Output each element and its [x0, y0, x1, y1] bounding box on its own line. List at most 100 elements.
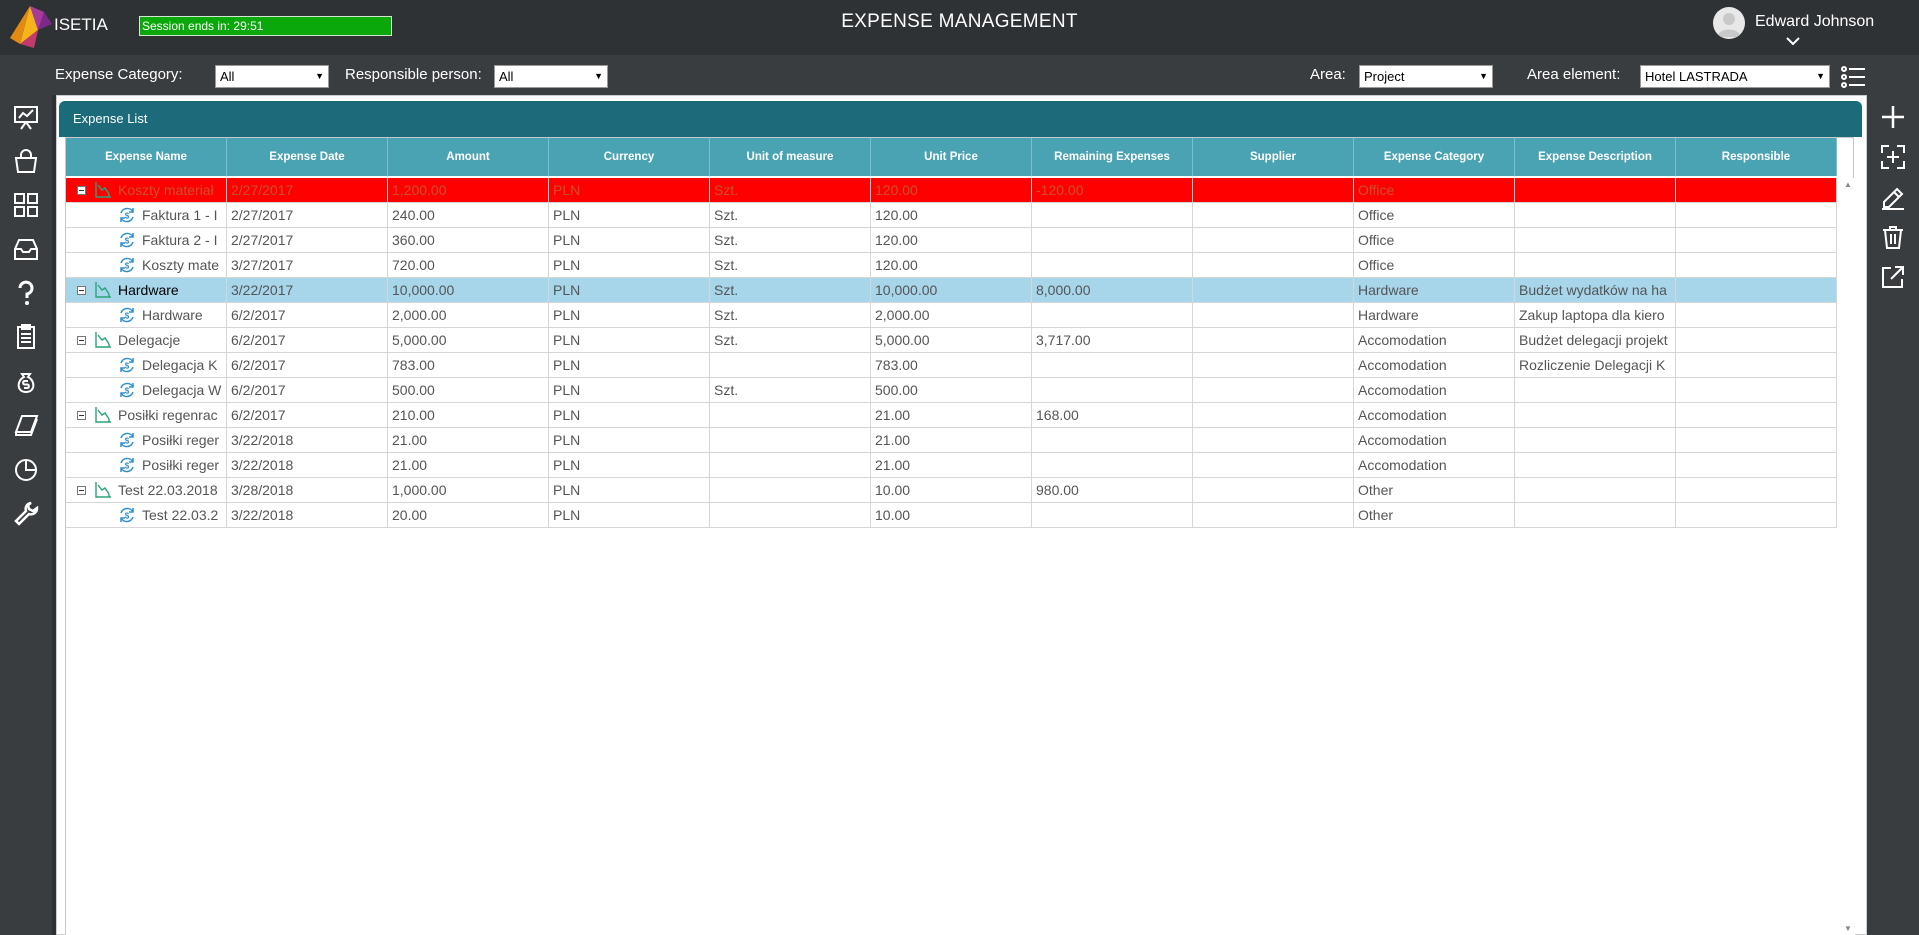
expense-cycle-icon: $ [118, 256, 136, 274]
table-cell: 2,000.00 [871, 303, 1032, 327]
collapse-toggle-icon[interactable] [77, 286, 86, 295]
table-cell: 120.00 [871, 203, 1032, 227]
collapse-toggle-icon[interactable] [77, 336, 86, 345]
pie-chart-icon[interactable] [12, 455, 40, 483]
table-cell: 21.00 [871, 428, 1032, 452]
expense-name-cell: $ Faktura 1 - I [66, 203, 227, 227]
table-row-group[interactable]: Test 22.03.2018 3/28/2018 1,000.00 PLN 10.00… [66, 478, 1837, 503]
column-header[interactable]: Currency [549, 138, 710, 176]
table-row[interactable]: $ Posiłki reger 3/22/2018 21.00 PLN 21.00 Acco… [66, 453, 1837, 478]
right-toolbar [1867, 95, 1919, 935]
column-header[interactable]: Expense Date [227, 138, 388, 176]
expense-name: Faktura 2 - I [142, 232, 218, 248]
money-bag-icon[interactable] [12, 367, 40, 395]
help-question-icon[interactable] [12, 279, 40, 307]
column-header[interactable]: Expense Name [66, 138, 227, 176]
delete-trash-icon[interactable] [1879, 223, 1907, 251]
table-cell: 1,000.00 [388, 478, 549, 502]
table-cell [1676, 428, 1837, 452]
list-view-icon[interactable] [1840, 65, 1866, 89]
add-plus-icon[interactable] [1879, 103, 1907, 131]
ledger-book-icon[interactable] [12, 411, 40, 439]
vertical-scrollbar[interactable]: ▲ ▼ [1842, 178, 1855, 935]
table-cell: 5,000.00 [388, 328, 549, 352]
wrench-icon[interactable] [12, 499, 40, 527]
shopping-bag-icon[interactable] [12, 147, 40, 175]
table-row-group[interactable]: Koszty materiał 2/27/2017 1,200.00 PLN Szt. 1… [66, 178, 1837, 203]
table-cell [1676, 453, 1837, 477]
table-row[interactable]: $ Test 22.03.2 3/22/2018 20.00 PLN 10.00 Other [66, 503, 1837, 528]
user-name[interactable]: Edward Johnson [1755, 13, 1874, 31]
table-row-group[interactable]: Hardware 3/22/2017 10,000.00 PLN Szt. 10,000.… [66, 278, 1837, 303]
export-icon[interactable] [1879, 263, 1907, 291]
add-child-icon[interactable] [1879, 143, 1907, 171]
expense-name-cell: $ Posiłki reger [66, 453, 227, 477]
table-cell: 6/2/2017 [227, 328, 388, 352]
table-cell: 168.00 [1032, 403, 1193, 427]
table-cell: 6/2/2017 [227, 378, 388, 402]
chevron-down-icon[interactable] [1785, 35, 1801, 47]
table-cell [1032, 503, 1193, 527]
area-select[interactable]: Project ▼ [1359, 65, 1493, 88]
column-header[interactable]: Unit of measure [710, 138, 871, 176]
table-cell [1676, 403, 1837, 427]
table-cell: 240.00 [388, 203, 549, 227]
table-cell: Szt. [710, 203, 871, 227]
expense-name: Faktura 1 - I [142, 207, 218, 223]
table-cell: 3/22/2018 [227, 453, 388, 477]
table-row[interactable]: $ Posiłki reger 3/22/2018 21.00 PLN 21.00 Acco… [66, 428, 1837, 453]
table-row[interactable]: $ Faktura 2 - I 2/27/2017 360.00 PLN Szt. 120.… [66, 228, 1837, 253]
table-cell: Szt. [710, 328, 871, 352]
area-element-label: Area element: [1527, 66, 1621, 83]
table-cell [1676, 303, 1837, 327]
area-element-select[interactable]: Hotel LASTRADA ▼ [1640, 65, 1830, 88]
table-cell: PLN [549, 328, 710, 352]
table-cell [1676, 378, 1837, 402]
table-row[interactable]: $ Delegacja W 6/2/2017 500.00 PLN Szt. 500.00 A… [66, 378, 1837, 403]
expense-name-cell: Koszty materiał [66, 178, 227, 202]
table-cell [1515, 228, 1676, 252]
expense-name-cell: $ Posiłki reger [66, 428, 227, 452]
column-header[interactable]: Supplier [1193, 138, 1354, 176]
expense-category-select[interactable]: All ▼ [215, 65, 329, 88]
dashboard-grid-icon[interactable] [12, 191, 40, 219]
table-cell: 500.00 [871, 378, 1032, 402]
table-cell: 1,200.00 [388, 178, 549, 202]
table-row[interactable]: $ Faktura 1 - I 2/27/2017 240.00 PLN Szt. 120.… [66, 203, 1837, 228]
table-cell [1676, 353, 1837, 377]
collapse-toggle-icon[interactable] [77, 486, 86, 495]
scroll-down-icon[interactable]: ▼ [1844, 924, 1852, 933]
table-cell [1515, 503, 1676, 527]
column-header[interactable]: Amount [388, 138, 549, 176]
column-header[interactable]: Expense Category [1354, 138, 1515, 176]
scroll-up-icon[interactable]: ▲ [1844, 180, 1852, 189]
table-cell [1676, 178, 1837, 202]
table-cell: 3/22/2018 [227, 503, 388, 527]
column-header[interactable]: Remaining Expenses [1032, 138, 1193, 176]
table-cell [1515, 428, 1676, 452]
presentation-icon[interactable] [12, 103, 40, 131]
table-row-group[interactable]: Posiłki regenrac 6/2/2017 210.00 PLN 21.00 16… [66, 403, 1837, 428]
expense-cycle-icon: $ [118, 206, 136, 224]
table-cell: -120.00 [1032, 178, 1193, 202]
table-row[interactable]: $ Delegacja K 6/2/2017 783.00 PLN 783.00 Accom… [66, 353, 1837, 378]
table-cell: PLN [549, 228, 710, 252]
table-row[interactable]: $ Koszty mate 3/27/2017 720.00 PLN Szt. 120.00… [66, 253, 1837, 278]
collapse-toggle-icon[interactable] [77, 186, 86, 195]
expense-name-cell: Posiłki regenrac [66, 403, 227, 427]
column-header[interactable]: Expense Description [1515, 138, 1676, 176]
collapse-toggle-icon[interactable] [77, 411, 86, 420]
responsible-person-select[interactable]: All ▼ [494, 65, 608, 88]
user-avatar[interactable] [1713, 7, 1745, 39]
table-row[interactable]: $ Hardware 6/2/2017 2,000.00 PLN Szt. 2,000.00… [66, 303, 1837, 328]
inbox-icon[interactable] [12, 235, 40, 263]
table-cell: Szt. [710, 253, 871, 277]
column-header[interactable]: Responsible [1676, 138, 1837, 176]
clipboard-list-icon[interactable] [12, 323, 40, 351]
table-cell [1032, 253, 1193, 277]
table-cell: Rozliczenie Delegacji K [1515, 353, 1676, 377]
table-row-group[interactable]: Delegacje 6/2/2017 5,000.00 PLN Szt. 5,000.00… [66, 328, 1837, 353]
column-header[interactable]: Unit Price [871, 138, 1032, 176]
edit-pencil-icon[interactable] [1879, 183, 1907, 211]
budget-chart-icon [94, 406, 112, 424]
